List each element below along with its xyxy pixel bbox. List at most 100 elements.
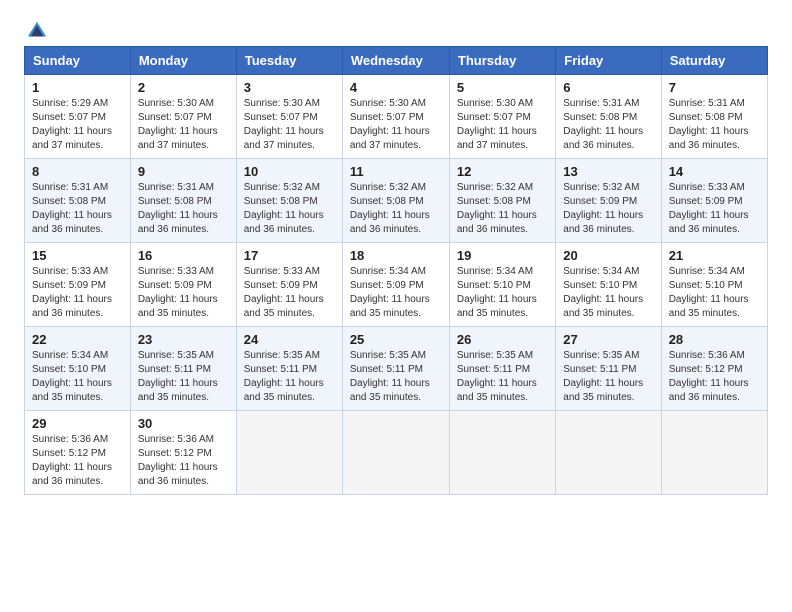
day-info: Sunrise: 5:32 AMSunset: 5:09 PMDaylight:… xyxy=(563,182,643,235)
day-cell: 26 Sunrise: 5:35 AMSunset: 5:11 PMDaylig… xyxy=(449,327,555,411)
day-info: Sunrise: 5:33 AMSunset: 5:09 PMDaylight:… xyxy=(244,266,324,319)
header-cell: Sunday xyxy=(25,47,131,75)
day-cell: 12 Sunrise: 5:32 AMSunset: 5:08 PMDaylig… xyxy=(449,159,555,243)
day-cell: 1 Sunrise: 5:29 AMSunset: 5:07 PMDayligh… xyxy=(25,75,131,159)
day-info: Sunrise: 5:36 AMSunset: 5:12 PMDaylight:… xyxy=(32,434,112,487)
day-cell: 9 Sunrise: 5:31 AMSunset: 5:08 PMDayligh… xyxy=(130,159,236,243)
day-cell xyxy=(342,411,449,495)
day-number: 26 xyxy=(457,332,548,347)
day-cell: 21 Sunrise: 5:34 AMSunset: 5:10 PMDaylig… xyxy=(661,243,767,327)
day-number: 8 xyxy=(32,164,123,179)
day-cell: 23 Sunrise: 5:35 AMSunset: 5:11 PMDaylig… xyxy=(130,327,236,411)
day-number: 23 xyxy=(138,332,229,347)
day-number: 14 xyxy=(669,164,760,179)
page: SundayMondayTuesdayWednesdayThursdayFrid… xyxy=(0,0,792,515)
day-cell: 16 Sunrise: 5:33 AMSunset: 5:09 PMDaylig… xyxy=(130,243,236,327)
day-number: 2 xyxy=(138,80,229,95)
logo-icon xyxy=(26,20,48,42)
header-cell: Saturday xyxy=(661,47,767,75)
day-cell: 7 Sunrise: 5:31 AMSunset: 5:08 PMDayligh… xyxy=(661,75,767,159)
day-info: Sunrise: 5:35 AMSunset: 5:11 PMDaylight:… xyxy=(244,350,324,403)
day-info: Sunrise: 5:34 AMSunset: 5:10 PMDaylight:… xyxy=(669,266,749,319)
day-info: Sunrise: 5:33 AMSunset: 5:09 PMDaylight:… xyxy=(32,266,112,319)
day-number: 13 xyxy=(563,164,653,179)
day-info: Sunrise: 5:34 AMSunset: 5:09 PMDaylight:… xyxy=(350,266,430,319)
day-cell: 15 Sunrise: 5:33 AMSunset: 5:09 PMDaylig… xyxy=(25,243,131,327)
day-number: 3 xyxy=(244,80,335,95)
day-number: 30 xyxy=(138,416,229,431)
day-cell: 27 Sunrise: 5:35 AMSunset: 5:11 PMDaylig… xyxy=(556,327,661,411)
day-cell: 20 Sunrise: 5:34 AMSunset: 5:10 PMDaylig… xyxy=(556,243,661,327)
day-cell: 10 Sunrise: 5:32 AMSunset: 5:08 PMDaylig… xyxy=(236,159,342,243)
day-info: Sunrise: 5:30 AMSunset: 5:07 PMDaylight:… xyxy=(138,98,218,151)
week-row: 22 Sunrise: 5:34 AMSunset: 5:10 PMDaylig… xyxy=(25,327,768,411)
day-cell: 6 Sunrise: 5:31 AMSunset: 5:08 PMDayligh… xyxy=(556,75,661,159)
day-info: Sunrise: 5:30 AMSunset: 5:07 PMDaylight:… xyxy=(350,98,430,151)
week-row: 15 Sunrise: 5:33 AMSunset: 5:09 PMDaylig… xyxy=(25,243,768,327)
day-info: Sunrise: 5:36 AMSunset: 5:12 PMDaylight:… xyxy=(138,434,218,487)
day-info: Sunrise: 5:35 AMSunset: 5:11 PMDaylight:… xyxy=(350,350,430,403)
day-cell: 30 Sunrise: 5:36 AMSunset: 5:12 PMDaylig… xyxy=(130,411,236,495)
day-cell: 19 Sunrise: 5:34 AMSunset: 5:10 PMDaylig… xyxy=(449,243,555,327)
day-cell: 4 Sunrise: 5:30 AMSunset: 5:07 PMDayligh… xyxy=(342,75,449,159)
week-row: 29 Sunrise: 5:36 AMSunset: 5:12 PMDaylig… xyxy=(25,411,768,495)
day-cell: 8 Sunrise: 5:31 AMSunset: 5:08 PMDayligh… xyxy=(25,159,131,243)
header-row: SundayMondayTuesdayWednesdayThursdayFrid… xyxy=(25,47,768,75)
week-row: 8 Sunrise: 5:31 AMSunset: 5:08 PMDayligh… xyxy=(25,159,768,243)
day-info: Sunrise: 5:35 AMSunset: 5:11 PMDaylight:… xyxy=(563,350,643,403)
day-number: 20 xyxy=(563,248,653,263)
day-number: 12 xyxy=(457,164,548,179)
header-cell: Friday xyxy=(556,47,661,75)
day-cell xyxy=(236,411,342,495)
day-cell: 14 Sunrise: 5:33 AMSunset: 5:09 PMDaylig… xyxy=(661,159,767,243)
day-number: 4 xyxy=(350,80,442,95)
day-info: Sunrise: 5:30 AMSunset: 5:07 PMDaylight:… xyxy=(457,98,537,151)
day-cell: 5 Sunrise: 5:30 AMSunset: 5:07 PMDayligh… xyxy=(449,75,555,159)
day-info: Sunrise: 5:32 AMSunset: 5:08 PMDaylight:… xyxy=(457,182,537,235)
day-cell xyxy=(556,411,661,495)
day-info: Sunrise: 5:30 AMSunset: 5:07 PMDaylight:… xyxy=(244,98,324,151)
logo-text xyxy=(24,20,48,42)
calendar-body: 1 Sunrise: 5:29 AMSunset: 5:07 PMDayligh… xyxy=(25,75,768,495)
day-number: 18 xyxy=(350,248,442,263)
day-info: Sunrise: 5:31 AMSunset: 5:08 PMDaylight:… xyxy=(669,98,749,151)
day-cell xyxy=(661,411,767,495)
day-cell: 24 Sunrise: 5:35 AMSunset: 5:11 PMDaylig… xyxy=(236,327,342,411)
day-cell: 13 Sunrise: 5:32 AMSunset: 5:09 PMDaylig… xyxy=(556,159,661,243)
day-cell: 22 Sunrise: 5:34 AMSunset: 5:10 PMDaylig… xyxy=(25,327,131,411)
day-info: Sunrise: 5:34 AMSunset: 5:10 PMDaylight:… xyxy=(563,266,643,319)
day-info: Sunrise: 5:31 AMSunset: 5:08 PMDaylight:… xyxy=(138,182,218,235)
day-info: Sunrise: 5:32 AMSunset: 5:08 PMDaylight:… xyxy=(350,182,430,235)
day-info: Sunrise: 5:32 AMSunset: 5:08 PMDaylight:… xyxy=(244,182,324,235)
day-number: 11 xyxy=(350,164,442,179)
day-cell: 28 Sunrise: 5:36 AMSunset: 5:12 PMDaylig… xyxy=(661,327,767,411)
header-cell: Tuesday xyxy=(236,47,342,75)
day-cell xyxy=(449,411,555,495)
header-cell: Wednesday xyxy=(342,47,449,75)
day-info: Sunrise: 5:34 AMSunset: 5:10 PMDaylight:… xyxy=(32,350,112,403)
day-number: 19 xyxy=(457,248,548,263)
day-number: 28 xyxy=(669,332,760,347)
day-number: 5 xyxy=(457,80,548,95)
day-info: Sunrise: 5:31 AMSunset: 5:08 PMDaylight:… xyxy=(563,98,643,151)
day-info: Sunrise: 5:34 AMSunset: 5:10 PMDaylight:… xyxy=(457,266,537,319)
day-info: Sunrise: 5:35 AMSunset: 5:11 PMDaylight:… xyxy=(138,350,218,403)
day-info: Sunrise: 5:36 AMSunset: 5:12 PMDaylight:… xyxy=(669,350,749,403)
day-cell: 18 Sunrise: 5:34 AMSunset: 5:09 PMDaylig… xyxy=(342,243,449,327)
day-info: Sunrise: 5:35 AMSunset: 5:11 PMDaylight:… xyxy=(457,350,537,403)
day-number: 7 xyxy=(669,80,760,95)
week-row: 1 Sunrise: 5:29 AMSunset: 5:07 PMDayligh… xyxy=(25,75,768,159)
day-number: 22 xyxy=(32,332,123,347)
day-number: 15 xyxy=(32,248,123,263)
header-cell: Thursday xyxy=(449,47,555,75)
day-info: Sunrise: 5:29 AMSunset: 5:07 PMDaylight:… xyxy=(32,98,112,151)
day-number: 29 xyxy=(32,416,123,431)
header-cell: Monday xyxy=(130,47,236,75)
day-number: 10 xyxy=(244,164,335,179)
day-cell: 11 Sunrise: 5:32 AMSunset: 5:08 PMDaylig… xyxy=(342,159,449,243)
day-info: Sunrise: 5:33 AMSunset: 5:09 PMDaylight:… xyxy=(138,266,218,319)
day-number: 21 xyxy=(669,248,760,263)
day-cell: 17 Sunrise: 5:33 AMSunset: 5:09 PMDaylig… xyxy=(236,243,342,327)
day-cell: 2 Sunrise: 5:30 AMSunset: 5:07 PMDayligh… xyxy=(130,75,236,159)
day-number: 6 xyxy=(563,80,653,95)
